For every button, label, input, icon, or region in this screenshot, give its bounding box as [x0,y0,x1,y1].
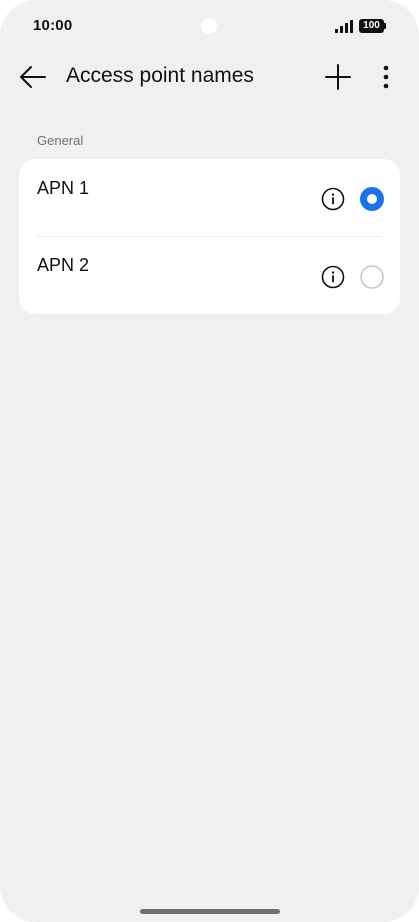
battery-icon: 100 [359,19,384,33]
apn-row-1[interactable]: APN 1 [19,159,400,236]
add-apn-button[interactable] [320,59,356,95]
front-camera [201,18,217,34]
phone-screen: 10:00 100 Access point names General APN… [0,0,419,922]
back-button[interactable] [14,58,52,96]
info-icon[interactable] [321,265,345,289]
apn-list-card: APN 1 APN 2 [19,159,400,314]
apn-row-2[interactable]: APN 2 [19,237,400,314]
radio-unselected-icon[interactable] [360,265,384,289]
status-time: 10:00 [33,17,73,34]
status-bar: 10:00 100 [0,0,419,52]
arrow-left-icon [20,66,46,88]
info-icon[interactable] [321,187,345,211]
page-title: Access point names [66,64,254,87]
more-options-button[interactable] [372,59,400,95]
signal-icon [335,20,353,33]
section-label-general: General [37,133,84,148]
apn-label: APN 1 [37,178,90,198]
apn-label: APN 2 [37,255,90,275]
plus-icon [325,64,351,90]
home-indicator[interactable] [140,909,280,914]
battery-tip [384,23,386,29]
radio-selected-icon[interactable] [360,187,384,211]
more-vertical-icon [383,65,389,89]
